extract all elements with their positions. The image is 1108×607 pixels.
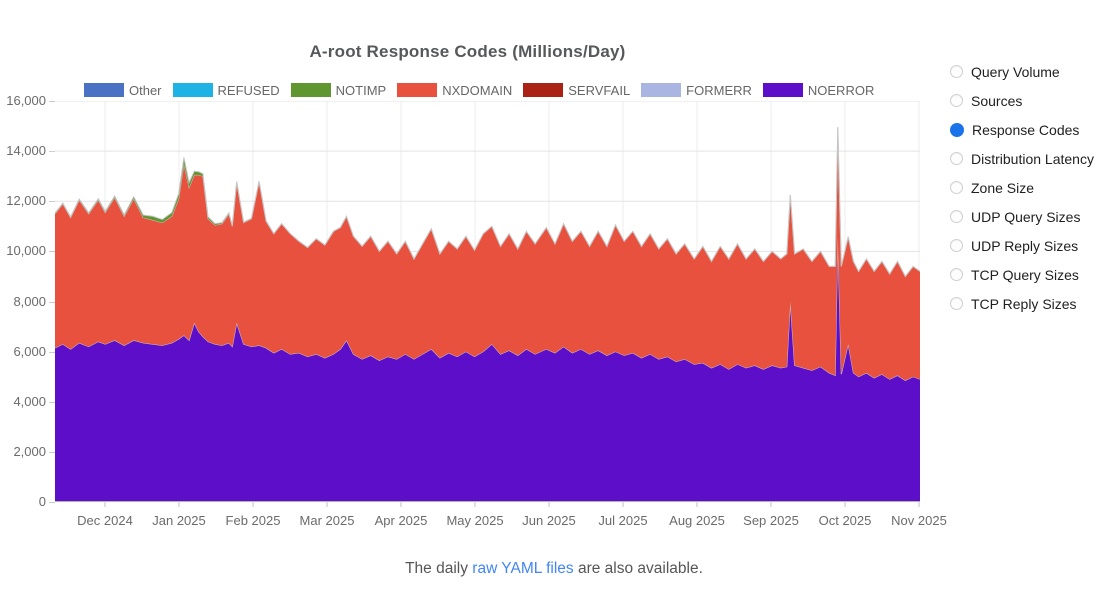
y-axis-label: 2,000 — [13, 443, 46, 459]
caption-suffix: are also available. — [573, 560, 703, 577]
plot-svg — [55, 101, 920, 507]
legend-swatch-SERVFAIL — [523, 83, 564, 97]
y-axis-label: 6,000 — [13, 343, 46, 359]
sidebar-item-label: Query Volume — [971, 63, 1060, 80]
caption: The daily raw YAML files are also availa… — [0, 560, 1108, 578]
legend-swatch-NOERROR — [762, 83, 803, 97]
y-axis-label: 16,000 — [6, 93, 46, 108]
x-axis-label: Jul 2025 — [598, 513, 648, 528]
legend-item-SERVFAIL: SERVFAIL — [523, 83, 630, 98]
radio-selected-icon[interactable] — [950, 122, 964, 137]
legend-label: FORMERR — [686, 82, 752, 98]
legend-label: REFUSED — [217, 82, 280, 98]
legend-item-Other: Other — [84, 83, 162, 98]
legend-swatch-Other — [84, 83, 124, 97]
caption-prefix: The daily — [405, 560, 473, 577]
legend-item-REFUSED: REFUSED — [172, 82, 280, 98]
sidebar-item-label: UDP Query Sizes — [971, 208, 1081, 225]
x-axis-label: Sep 2025 — [743, 513, 799, 528]
sidebar-item-label: Zone Size — [971, 179, 1035, 196]
radio-unselected-icon[interactable] — [950, 181, 963, 194]
legend-item-FORMERR: FORMERR — [641, 83, 752, 98]
sidebar-item-response-codes[interactable]: Response Codes — [950, 115, 1108, 144]
legend-label: NOERROR — [807, 82, 875, 98]
legend-label: Other — [129, 82, 162, 98]
sidebar-item-label: Distribution Latency — [971, 150, 1094, 167]
sidebar-item-label: Response Codes — [972, 121, 1080, 138]
plot-area[interactable] — [55, 101, 920, 508]
legend-label: NOTIMP — [335, 82, 387, 98]
sidebar-item-sources[interactable]: Sources — [950, 86, 1108, 115]
sidebar-item-label: Sources — [971, 92, 1023, 109]
x-axis-label: Jan 2025 — [152, 513, 206, 528]
radio-unselected-icon[interactable] — [950, 239, 963, 252]
y-axis-label: 12,000 — [6, 193, 46, 209]
sidebar-item-udp-reply-sizes[interactable]: UDP Reply Sizes — [950, 231, 1108, 260]
radio-unselected-icon[interactable] — [950, 297, 963, 310]
page: A-root Response Codes (Millions/Day) Oth… — [0, 0, 1108, 607]
legend-swatch-REFUSED — [172, 83, 213, 97]
y-tick-mark — [49, 451, 55, 453]
x-axis-label: Oct 2025 — [818, 513, 872, 528]
chart-legend: Other REFUSED NOTIMP NXDOMAIN SERVFAIL FORMER… — [84, 82, 874, 98]
legend-item-NOTIMP: NOTIMP — [290, 82, 387, 98]
legend-label: NXDOMAIN — [442, 82, 513, 98]
sidebar-item-tcp-reply-sizes[interactable]: TCP Reply Sizes — [950, 289, 1108, 318]
radio-unselected-icon[interactable] — [950, 268, 963, 281]
sidebar-item-label: TCP Reply Sizes — [971, 295, 1077, 312]
radio-unselected-icon[interactable] — [950, 152, 963, 165]
y-tick-mark — [49, 351, 55, 353]
radio-unselected-icon[interactable] — [950, 65, 963, 78]
sidebar-item-zone-size[interactable]: Zone Size — [950, 173, 1108, 202]
chart-title: A-root Response Codes (Millions/Day) — [309, 42, 626, 61]
x-axis-label: May 2025 — [446, 513, 504, 528]
legend-item-NOERROR: NOERROR — [762, 82, 875, 98]
legend-label: SERVFAIL — [568, 82, 631, 98]
y-tick-mark — [49, 502, 55, 503]
x-axis-label: Aug 2025 — [669, 513, 725, 528]
x-axis-label: Nov 2025 — [891, 513, 947, 528]
y-axis-label: 4,000 — [13, 393, 46, 409]
radio-unselected-icon[interactable] — [950, 210, 963, 223]
x-axis-label: Feb 2025 — [225, 513, 281, 528]
y-tick-mark — [49, 251, 55, 253]
legend-item-NXDOMAIN: NXDOMAIN — [397, 83, 512, 98]
sidebar-item-distribution-latency[interactable]: Distribution Latency — [950, 144, 1108, 173]
y-axis-label: 14,000 — [6, 143, 46, 159]
y-tick-mark — [49, 301, 55, 303]
x-axis-label: Mar 2025 — [299, 513, 355, 528]
sidebar-item-udp-query-sizes[interactable]: UDP Query Sizes — [950, 202, 1108, 231]
sidebar-item-label: TCP Query Sizes — [971, 266, 1079, 283]
x-axis-label: Dec 2024 — [77, 513, 133, 528]
raw-yaml-files-link[interactable]: raw YAML files — [472, 560, 573, 577]
sidebar-item-query-volume[interactable]: Query Volume — [950, 57, 1108, 86]
y-tick-mark — [49, 151, 55, 153]
y-axis-label: 8,000 — [13, 293, 46, 309]
x-axis-label: Jun 2025 — [522, 513, 576, 528]
sidebar-item-label: UDP Reply Sizes — [971, 237, 1079, 254]
y-axis-label: 10,000 — [6, 243, 46, 259]
sidebar-item-tcp-query-sizes[interactable]: TCP Query Sizes — [950, 260, 1108, 289]
view-selector-sidebar: Query Volume Sources Response Codes Distrib… — [950, 57, 1108, 318]
legend-swatch-NXDOMAIN — [397, 83, 438, 97]
y-tick-mark — [49, 201, 55, 203]
y-tick-mark — [49, 101, 55, 102]
legend-swatch-FORMERR — [641, 83, 682, 97]
y-tick-mark — [49, 401, 55, 403]
legend-swatch-NOTIMP — [290, 83, 331, 97]
radio-unselected-icon[interactable] — [950, 94, 963, 107]
x-axis-label: Apr 2025 — [374, 513, 428, 528]
y-axis-label: 0 — [38, 494, 46, 509]
